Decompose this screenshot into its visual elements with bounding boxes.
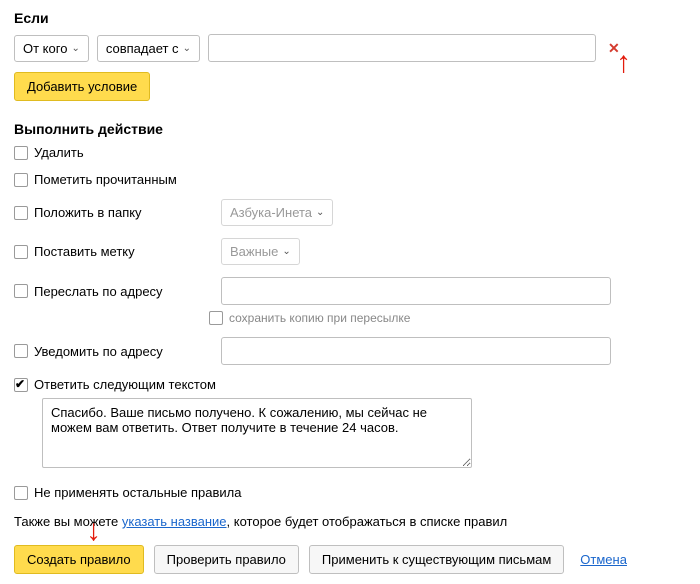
folder-dropdown-label: Азбука-Инета (230, 205, 312, 220)
condition-value-input[interactable] (208, 34, 596, 62)
checkbox-no-other-rules[interactable] (14, 486, 28, 500)
checkbox-forward[interactable] (14, 284, 28, 298)
chevron-down-icon: ⌄ (183, 43, 191, 54)
chevron-down-icon: ⌄ (71, 43, 79, 54)
folder-dropdown[interactable]: Азбука-Инета ⌄ (221, 199, 333, 226)
label-dropdown-label: Важные (230, 244, 278, 259)
notify-input[interactable] (221, 337, 611, 365)
label-mark-read: Пометить прочитанным (34, 172, 177, 187)
reply-textarea[interactable]: Спасибо. Ваше письмо получено. К сожален… (42, 398, 472, 468)
match-dropdown[interactable]: совпадает с ⌄ (97, 35, 200, 62)
checkbox-delete[interactable] (14, 146, 28, 160)
forward-input[interactable] (221, 277, 611, 305)
cancel-link[interactable]: Отмена (580, 552, 627, 567)
checkbox-reply[interactable] (14, 378, 28, 392)
checkbox-notify[interactable] (14, 344, 28, 358)
checkbox-move-folder[interactable] (14, 206, 28, 220)
add-condition-button[interactable]: Добавить условие (14, 72, 150, 101)
condition-row: От кого ⌄ совпадает с ⌄ ✕ (14, 34, 686, 62)
label-delete: Удалить (34, 145, 84, 160)
note-prefix: Также вы можете (14, 514, 122, 529)
from-dropdown-label: От кого (23, 41, 67, 56)
create-rule-button[interactable]: Создать правило (14, 545, 144, 574)
chevron-down-icon: ⌄ (282, 246, 290, 257)
checkbox-mark-read[interactable] (14, 173, 28, 187)
actions-title: Выполнить действие (14, 121, 686, 137)
match-dropdown-label: совпадает с (106, 41, 179, 56)
label-forward: Переслать по адресу (34, 284, 163, 299)
condition-title: Если (14, 10, 686, 26)
label-save-copy: сохранить копию при пересылке (229, 311, 410, 325)
label-move-folder: Положить в папку (34, 205, 142, 220)
remove-condition-icon[interactable]: ✕ (604, 40, 624, 57)
chevron-down-icon: ⌄ (316, 207, 324, 218)
label-no-other-rules: Не применять остальные правила (34, 485, 241, 500)
label-reply: Ответить следующим текстом (34, 377, 216, 392)
from-dropdown[interactable]: От кого ⌄ (14, 35, 89, 62)
label-dropdown[interactable]: Важные ⌄ (221, 238, 300, 265)
bottom-buttons: Создать правило Проверить правило Примен… (14, 545, 686, 574)
check-rule-button[interactable]: Проверить правило (154, 545, 299, 574)
checkbox-set-label[interactable] (14, 245, 28, 259)
note-line: Также вы можете указать название, которо… (14, 514, 686, 529)
specify-name-link[interactable]: указать название (122, 514, 227, 529)
apply-existing-button[interactable]: Применить к существующим письмам (309, 545, 564, 574)
checkbox-save-copy[interactable] (209, 311, 223, 325)
label-notify: Уведомить по адресу (34, 344, 163, 359)
note-suffix: , которое будет отображаться в списке пр… (227, 514, 508, 529)
label-set-label: Поставить метку (34, 244, 135, 259)
